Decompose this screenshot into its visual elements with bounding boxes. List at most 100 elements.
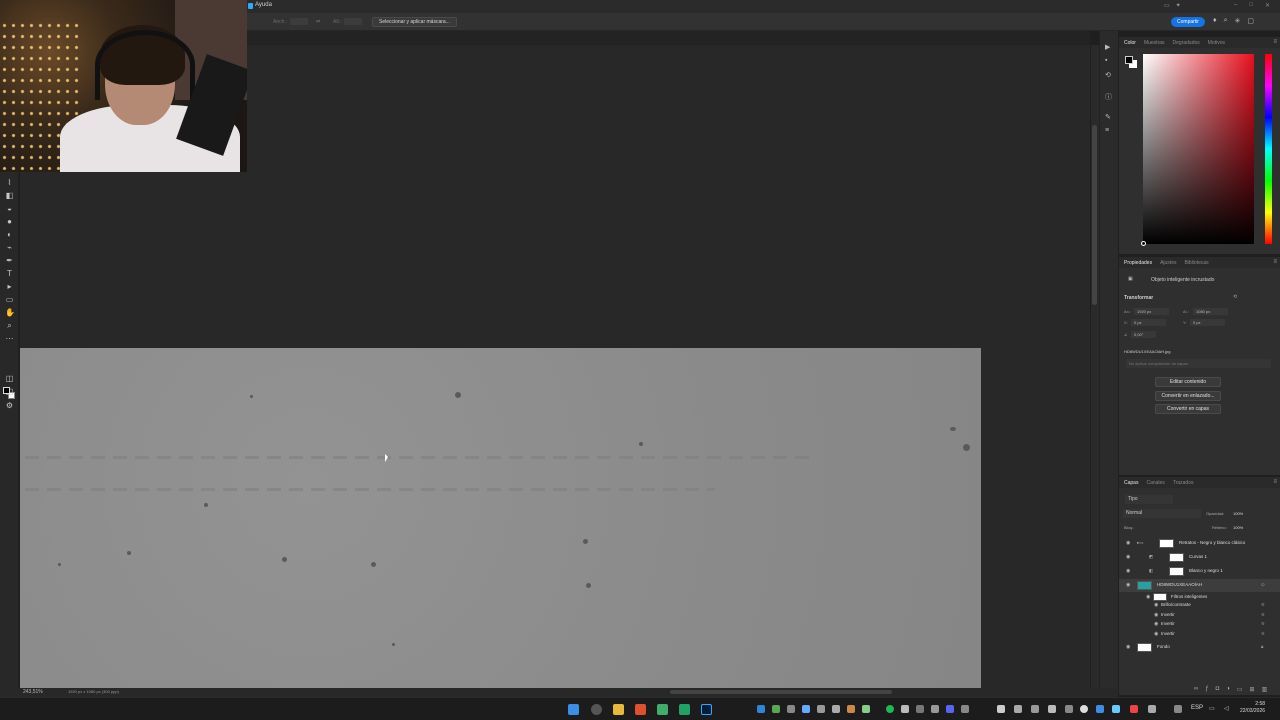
layer-row[interactable]: ◉ ◩ Curvas 1 [1119,551,1280,564]
layer-row[interactable]: ◉ ◧ Blanco y negro 1 [1119,565,1280,578]
volume-icon[interactable]: ◁ [1224,705,1229,712]
new-layer-icon[interactable]: ⊞ [1250,686,1255,693]
gear-icon[interactable]: ✦ [1176,2,1181,9]
tab-patterns[interactable]: Motivos [1208,40,1225,46]
visibility-eye-icon[interactable]: ◉ [1154,631,1160,637]
vertical-scrollbar[interactable] [1091,45,1099,688]
visibility-eye-icon[interactable]: ◉ [1154,612,1160,618]
blending-options-icon[interactable]: ⚟ [1261,631,1265,637]
brush-settings-icon[interactable]: ✎ [1105,113,1111,121]
trash-icon[interactable]: ▥ [1262,686,1268,693]
close-icon[interactable]: ✕ [1265,2,1270,9]
tray-app-icon[interactable] [997,705,1005,713]
path-selection-tool-icon[interactable]: ▸ [5,282,14,291]
select-and-mask-button[interactable]: Seleccionar y aplicar máscara... [372,17,457,27]
minimize-icon[interactable]: – [1234,2,1237,9]
tab-swatches[interactable]: Muestras [1144,40,1165,46]
tab-paths[interactable]: Trazados [1173,480,1194,486]
tray-app-icon[interactable] [961,705,969,713]
photoshop-icon[interactable] [701,704,712,715]
blend-mode-select[interactable]: Normal [1123,509,1201,518]
tray-app-icon[interactable] [931,705,939,713]
tray-app-icon[interactable] [1065,705,1073,713]
hand-tool-icon[interactable]: ✋ [5,308,15,317]
tab-color[interactable]: Color [1124,40,1136,46]
visibility-eye-icon[interactable]: ◉ [1126,540,1132,546]
filter-row[interactable]: ◉ Invertir ⚟ [1119,630,1280,640]
width-field[interactable] [290,18,308,25]
paint-bucket-tool-icon[interactable]: ◒ [5,204,14,213]
browser-icon[interactable] [635,704,646,715]
menu-help[interactable]: Ayuda [255,2,272,8]
tab-gradients[interactable]: Degradados [1173,40,1200,46]
tab-libraries[interactable]: Bibliotecas [1184,260,1208,266]
tray-app-icon[interactable] [1080,705,1088,713]
reset-transform-icon[interactable]: ⟲ [1233,294,1237,300]
x-field[interactable]: 0 px [1131,319,1166,326]
lightbulb-icon[interactable]: ✳ [1235,17,1241,25]
pen-tool-icon[interactable]: ✒ [5,256,14,265]
blending-options-icon[interactable]: ⚟ [1261,602,1265,608]
file-explorer-icon[interactable] [613,704,624,715]
tray-app-icon[interactable] [802,705,810,713]
brush-tool-icon[interactable]: ⌇ [5,178,14,187]
tab-channels[interactable]: Canales [1146,480,1164,486]
history-icon[interactable]: ⟲ [1105,71,1111,79]
panel-menu-icon[interactable]: ≡ [1273,39,1277,45]
maximize-icon[interactable]: □ [1249,2,1253,9]
fx-icon[interactable]: ƒ [1205,686,1208,693]
spreadsheet-icon[interactable] [679,704,690,715]
blending-options-icon[interactable]: ⚟ [1261,621,1265,627]
bell-icon[interactable]: ♦ [1213,17,1217,25]
angle-field[interactable]: 0,00° [1131,331,1156,338]
edit-contents-button[interactable]: Editar contenido [1155,377,1221,387]
kind-filter-select[interactable]: Tipo [1125,495,1173,504]
tray-app-icon[interactable] [1130,705,1138,713]
opacity-value[interactable]: 100% [1233,511,1243,516]
blending-options-icon[interactable]: ⚟ [1261,612,1265,618]
tray-app-icon[interactable] [1048,705,1056,713]
link-icon[interactable]: ∞ [1194,686,1198,693]
fill-value[interactable]: 100% [1233,525,1243,530]
tab-layers[interactable]: Capas [1124,480,1138,486]
layer-comp-select[interactable]: No aplicar composición de capas [1126,359,1271,368]
height-field[interactable]: 1080 px [1193,308,1228,315]
tray-app-icon[interactable] [901,705,909,713]
tray-app-icon[interactable] [847,705,855,713]
zoom-tool-icon[interactable]: ⌕ [5,321,14,330]
visibility-eye-icon[interactable]: ◉ [1154,602,1160,608]
visibility-eye-icon[interactable]: ◉ [1126,554,1132,560]
play-icon[interactable]: ▶ [1105,43,1110,51]
tray-app-icon[interactable] [1112,705,1120,713]
zoom-level[interactable]: 243,51% [23,689,43,695]
panel-menu-icon[interactable]: ≡ [1273,479,1277,485]
comment-icon[interactable]: ▪ [1105,57,1107,64]
lock-icon[interactable]: 🔒︎ [1261,644,1263,649]
network-icon[interactable]: ▭ [1209,705,1215,712]
foreground-color-swatch[interactable] [3,387,10,394]
convert-to-linked-button[interactable]: Convertir en enlazado... [1155,391,1221,401]
visibility-eye-icon[interactable]: ◉ [1154,621,1160,627]
filter-row[interactable]: ◉ Invertir ⚟ [1119,620,1280,630]
tray-app-icon[interactable] [1014,705,1022,713]
visibility-eye-icon[interactable]: ◉ [1126,568,1132,574]
filter-row[interactable]: ◉ Brillo/contraste ⚟ [1119,601,1280,611]
visibility-eye-icon[interactable]: ◉ [1126,644,1132,650]
share-button[interactable]: Compartir [1171,17,1205,27]
tray-app-icon[interactable] [817,705,825,713]
dodge-tool-icon[interactable]: ◐ [5,230,14,239]
horizontal-scroll-thumb[interactable] [670,690,892,694]
tray-app-icon[interactable] [1096,705,1104,713]
tray-app-icon[interactable] [772,705,780,713]
document-info[interactable]: 1920 px x 1080 px (300 ppp) [68,689,119,694]
blur-tool-icon[interactable]: ● [5,217,14,226]
document-image[interactable] [20,348,981,688]
y-field[interactable]: 0 px [1190,319,1225,326]
group-icon[interactable]: ▭ [1237,686,1243,693]
tray-app-icon[interactable] [787,705,795,713]
tray-app-icon[interactable] [1031,705,1039,713]
panel-menu-icon[interactable]: ≡ [1273,259,1277,265]
color-picker-field[interactable] [1143,54,1254,244]
adjustments-icon[interactable]: ≡ [1105,127,1109,134]
tab-adjustments[interactable]: Ajustes [1160,260,1176,266]
